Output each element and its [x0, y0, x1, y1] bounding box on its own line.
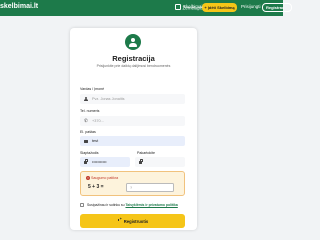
repeat-password-label: Pakartokite — [137, 151, 155, 155]
phone-icon: ✆ — [84, 117, 88, 123]
password-value: ••••••••••• — [92, 159, 107, 164]
name-placeholder: Pvz. Jonas Jonaitis — [92, 97, 125, 101]
phone-placeholder: +370... — [92, 119, 104, 123]
site-logo[interactable]: skelbimai.lt — [0, 3, 38, 10]
captcha-title: Saugumo patikra — [91, 176, 119, 180]
nav-register-button[interactable]: Registrac — [262, 3, 292, 12]
terms-prefix: Susipažinau ir sutinku su — [87, 203, 125, 207]
name-label: Vardas / Įmonė — [80, 87, 105, 91]
register-button-text: Registruotis — [123, 218, 149, 224]
terms-text: Susipažinau ir sutinku su Taisyklėmis ir… — [87, 203, 178, 207]
captcha-box: ! Saugumo patikra 5 + 3 = ? — [80, 171, 185, 196]
user-icon — [84, 97, 88, 101]
phone-label: Tel. numeris — [80, 109, 100, 113]
terms-checkbox[interactable] — [80, 203, 84, 207]
email-value: test — [92, 139, 99, 143]
nav-ads-link[interactable]: Skelbimai — [183, 4, 203, 9]
phone-field[interactable]: ✆ +370... — [80, 116, 185, 126]
password-label: Slaptažodis — [80, 151, 99, 155]
publish-ad-button[interactable]: + Įdėti Skelbimą — [202, 3, 237, 12]
terms-link[interactable]: Taisyklėmis ir privatumo politika — [125, 203, 177, 207]
user-plus-icon — [125, 34, 141, 50]
register-button[interactable]: Registruotis — [80, 214, 185, 228]
email-field[interactable]: test — [80, 136, 185, 146]
lock-icon — [84, 159, 89, 164]
top-navbar: skelbimai.lt Žemėlapis + Įdėti Skelbimą … — [0, 0, 292, 16]
nav-login-link[interactable]: Prisijungti — [241, 4, 261, 9]
page-subtitle: Prisijunkite prie daiktų dalijimosi bend… — [96, 64, 171, 68]
envelope-icon — [84, 139, 88, 143]
register-button-label: Registruotis — [80, 218, 185, 224]
registration-card: Registracija Prisijunkite prie daiktų da… — [70, 28, 197, 230]
captcha-question: 5 + 3 = — [88, 184, 104, 190]
shield-icon: ! — [86, 176, 90, 180]
add-user-icon — [117, 218, 122, 223]
captcha-answer-placeholder: ? — [130, 186, 133, 191]
password-field[interactable]: ••••••••••• — [80, 157, 130, 167]
email-label: El. paštas — [80, 130, 96, 134]
repeat-password-field[interactable] — [135, 157, 185, 167]
name-field[interactable]: Pvz. Jonas Jonaitis — [80, 94, 185, 104]
lock-icon — [139, 159, 144, 164]
captcha-answer-input[interactable]: ? — [126, 183, 174, 192]
page-title: Registracija — [112, 54, 155, 63]
